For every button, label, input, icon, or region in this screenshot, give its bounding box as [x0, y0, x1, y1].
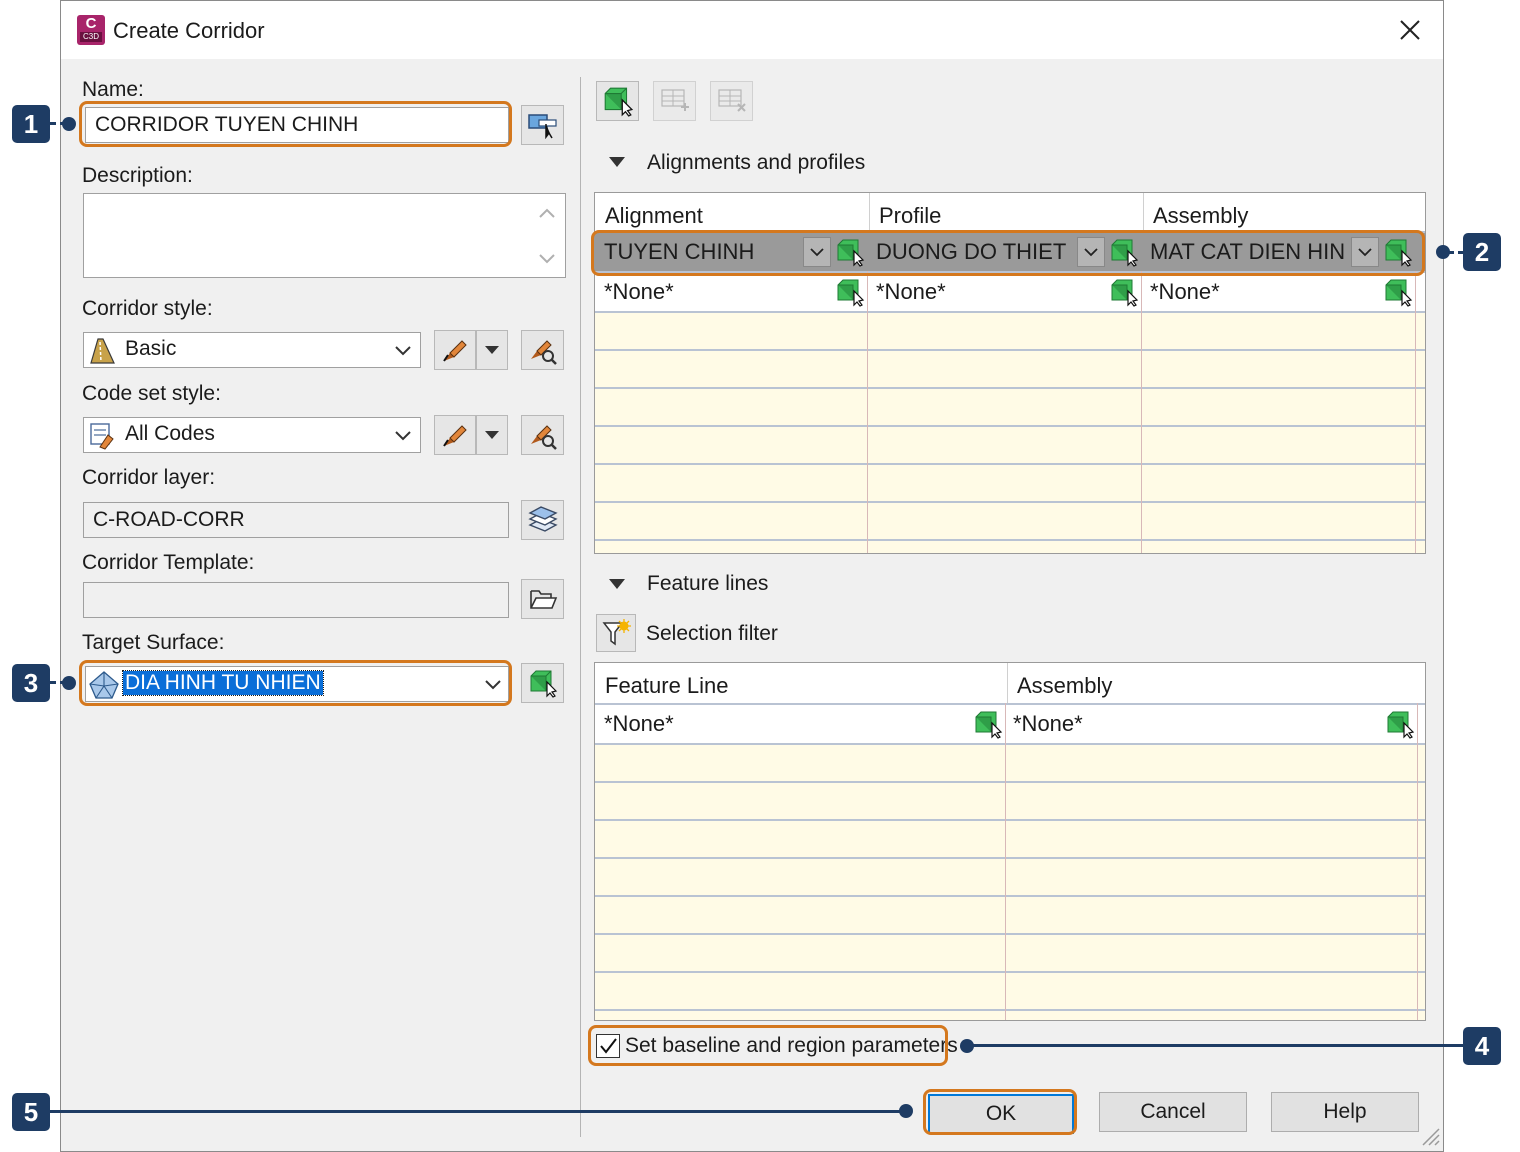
column-header-assembly: Assembly	[1153, 203, 1249, 228]
callout-badge-2: 2	[1463, 233, 1501, 271]
code-set-style-preview-button[interactable]	[521, 415, 564, 455]
table-row[interactable]: *None* *None*	[595, 705, 1425, 743]
pick-profile-icon[interactable]	[1109, 277, 1139, 307]
callout-dot-3	[62, 676, 76, 690]
help-button[interactable]: Help	[1271, 1092, 1419, 1132]
feature-lines-grid: Feature Line Assembly *None* *None*	[594, 662, 1426, 1021]
corridor-layer-label: Corridor layer:	[82, 466, 216, 489]
style-preview-icon	[530, 340, 557, 365]
code-set-style-icon	[90, 423, 114, 450]
code-set-style-dropdown-button[interactable]	[476, 415, 508, 455]
scroll-up-icon[interactable]	[537, 205, 557, 221]
edit-style-icon	[443, 340, 467, 362]
highlight-name-field	[79, 101, 512, 147]
civil3d-app-icon: C C3D	[77, 15, 105, 45]
pick-feature-line-icon[interactable]	[973, 709, 1003, 739]
collapse-triangle-icon[interactable]	[607, 155, 627, 169]
corridor-style-edit-button[interactable]	[434, 330, 476, 370]
callout-leader-2	[1448, 251, 1464, 254]
pane-divider	[580, 77, 581, 1137]
description-label: Description:	[82, 164, 193, 187]
profile-cell[interactable]: *None*	[876, 279, 946, 305]
selection-filter-button[interactable]	[596, 614, 636, 652]
corridor-template-field	[83, 582, 509, 618]
callout-badge-1: 1	[12, 105, 50, 143]
column-header-alignment: Alignment	[605, 203, 703, 228]
filter-icon	[602, 619, 631, 646]
code-set-style-label: Code set style:	[82, 382, 221, 405]
pick-alignment-icon[interactable]	[835, 277, 865, 307]
corridor-style-icon	[90, 338, 115, 364]
layers-icon	[527, 506, 558, 532]
window-title: Create Corridor	[113, 18, 265, 43]
corridor-style-value: Basic	[125, 337, 177, 360]
style-preview-icon	[530, 425, 557, 450]
corridor-style-select[interactable]: Basic	[83, 332, 421, 368]
feature-line-cell[interactable]: *None*	[604, 711, 674, 737]
code-set-style-edit-button[interactable]	[434, 415, 476, 455]
assembly-cell[interactable]: *None*	[1150, 279, 1220, 305]
grid-empty-area	[595, 311, 1425, 553]
chevron-down-icon	[395, 431, 411, 441]
column-header-feature-line: Feature Line	[605, 673, 729, 698]
selection-filter-label[interactable]: Selection filter	[646, 622, 778, 646]
open-folder-icon	[529, 590, 557, 609]
pick-from-drawing-icon	[604, 87, 633, 117]
triangle-down-icon	[485, 346, 499, 354]
table-row[interactable]: *None* *None* *None*	[595, 273, 1425, 311]
code-set-style-select[interactable]: All Codes	[83, 417, 421, 453]
triangle-down-icon	[485, 431, 499, 439]
pick-assembly-icon[interactable]	[1385, 709, 1415, 739]
callout-badge-5: 5	[12, 1093, 50, 1131]
corridor-style-dropdown-button[interactable]	[476, 330, 508, 370]
alignments-section-title: Alignments and profiles	[647, 151, 866, 174]
column-header-assembly: Assembly	[1017, 673, 1113, 698]
scroll-down-icon[interactable]	[537, 251, 557, 267]
highlight-selected-row	[591, 230, 1425, 276]
add-row-button	[653, 81, 696, 121]
name-template-icon	[527, 114, 557, 139]
delete-row-button	[710, 81, 753, 121]
callout-badge-3: 3	[12, 664, 50, 702]
alignment-cell[interactable]: *None*	[604, 279, 674, 305]
highlight-target-surface	[79, 660, 512, 706]
pick-assembly-icon[interactable]	[1383, 277, 1413, 307]
callout-badge-4: 4	[1463, 1027, 1501, 1065]
code-set-style-value: All Codes	[125, 422, 215, 445]
corridor-style-preview-button[interactable]	[521, 330, 564, 370]
resize-grip-icon[interactable]	[1419, 1125, 1441, 1147]
pick-surface-button[interactable]	[521, 663, 564, 703]
corridor-style-label: Corridor style:	[82, 297, 213, 320]
callout-leader-4	[972, 1044, 1464, 1047]
highlight-baseline-option	[588, 1025, 948, 1066]
pick-from-drawing-icon	[530, 670, 557, 698]
callout-dot-5	[899, 1104, 913, 1118]
corridor-layer-field: C-ROAD-CORR	[83, 502, 509, 538]
target-surface-label: Target Surface:	[82, 631, 225, 654]
feature-lines-section-title: Feature lines	[647, 572, 769, 595]
add-baseline-button[interactable]	[596, 81, 639, 121]
title-bar: C C3D Create Corridor	[61, 1, 1443, 59]
column-header-profile: Profile	[879, 203, 942, 228]
delete-row-icon	[717, 89, 746, 112]
name-label: Name:	[82, 78, 144, 101]
collapse-triangle-icon[interactable]	[607, 577, 627, 591]
close-icon[interactable]	[1393, 13, 1427, 47]
add-row-icon	[660, 89, 689, 111]
corridor-template-label: Corridor Template:	[82, 551, 255, 574]
cancel-button[interactable]: Cancel	[1099, 1092, 1247, 1132]
grid-empty-area	[595, 743, 1425, 1020]
callout-dot-1	[62, 117, 76, 131]
highlight-ok-button	[923, 1089, 1077, 1135]
create-corridor-dialog: C C3D Create Corridor Name: CORRIDOR TUY…	[60, 0, 1444, 1152]
browse-template-button[interactable]	[521, 579, 564, 619]
select-layer-button[interactable]	[521, 500, 564, 540]
description-textarea[interactable]	[83, 193, 566, 278]
edit-style-icon	[443, 425, 467, 447]
assembly-cell[interactable]: *None*	[1013, 711, 1083, 737]
callout-leader-5	[50, 1110, 904, 1113]
pick-name-template-button[interactable]	[521, 105, 564, 145]
chevron-down-icon	[395, 346, 411, 356]
